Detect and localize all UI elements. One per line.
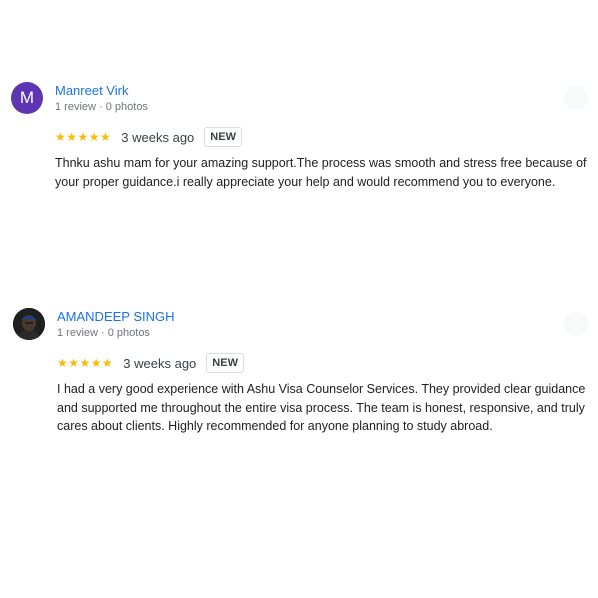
avatar[interactable]	[13, 308, 45, 340]
review-date: 3 weeks ago	[121, 129, 195, 145]
new-badge: NEW	[206, 353, 244, 373]
reviews-list: M Manreet Virk 1 review · 0 photos ★★★★★…	[0, 0, 598, 598]
review-text: I had a very good experience with Ashu V…	[57, 382, 586, 433]
reviewer-name[interactable]: AMANDEEP SINGH	[57, 309, 175, 324]
reviewer-name[interactable]: Manreet Virk	[55, 83, 128, 98]
rating-row: ★★★★★ 3 weeks ago NEW	[55, 126, 242, 148]
avatar[interactable]: M	[11, 82, 43, 114]
more-options-icon[interactable]	[564, 312, 588, 336]
star-rating: ★★★★★	[55, 130, 112, 144]
review-date: 3 weeks ago	[123, 355, 197, 371]
profile-photo-icon	[13, 308, 45, 340]
reviewer-meta: 1 review · 0 photos	[55, 101, 148, 113]
star-rating: ★★★★★	[57, 356, 114, 370]
reviewer-meta: 1 review · 0 photos	[57, 327, 150, 339]
review-text: Thnku ashu mam for your amazing support.…	[55, 156, 587, 189]
rating-row: ★★★★★ 3 weeks ago NEW	[57, 352, 244, 374]
more-options-icon[interactable]	[564, 86, 588, 110]
new-badge: NEW	[204, 127, 242, 147]
